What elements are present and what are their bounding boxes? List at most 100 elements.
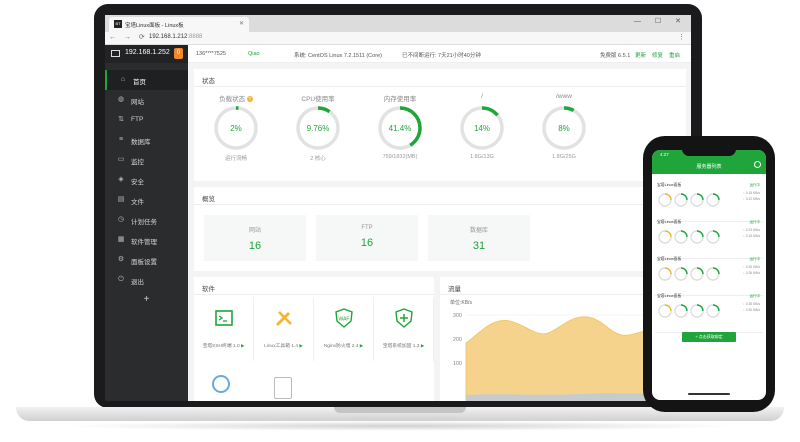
server-status: 运行中 <box>749 294 761 298</box>
server-traffic: ↓ 0.22 KB/s <box>743 197 760 201</box>
top-info-bar: 136****7525 Qiao 系统: CentOS Linux 7.2.15… <box>188 45 691 63</box>
refresh-icon[interactable] <box>754 161 761 168</box>
gauge-label-text: CPU使用率 <box>301 96 335 103</box>
nav-buttons[interactable]: ← → ⟳ <box>109 33 148 41</box>
phone-home-indicator <box>688 393 730 395</box>
help-icon[interactable]: ? <box>246 96 253 102</box>
software-item-0[interactable]: 宝塔SSH终端 1.0 ▶ <box>194 297 254 361</box>
gauge-sub: 2 核心 <box>310 156 326 162</box>
laptop-shadow <box>60 421 740 431</box>
notification-badge[interactable]: 0 <box>174 48 183 59</box>
browser-tab-title: 宝塔Linux面板 - Linux板 <box>125 23 184 29</box>
gauge-2[interactable]: 内存使用率 41.4% 759/1832(MB) <box>372 93 428 160</box>
sidebar-item-label: 文件 <box>131 199 144 206</box>
url-port: :8888 <box>187 34 203 40</box>
update-link[interactable]: 更新 <box>635 51 646 59</box>
system-info: 系统: CentOS Linux 7.2.1511 (Core) <box>294 53 382 59</box>
server-gauges <box>658 267 720 281</box>
sidebar-item-0[interactable]: ⌂ 首页 <box>105 70 188 90</box>
laptop-notch <box>334 407 466 413</box>
monitor-icon: ▭ <box>117 156 125 163</box>
server-gauges <box>658 193 720 207</box>
sidebar-item-6[interactable]: ▤ 文件 <box>105 190 188 210</box>
sidebar-item-5[interactable]: ◈ 安全 <box>105 170 188 190</box>
ftp-icon: ⇅ <box>118 116 124 123</box>
server-name: 宝塔Linux面板 <box>657 294 682 298</box>
software-name: 宝塔SSH终端 1.0 ▶ <box>194 342 253 349</box>
sidebar-item-2[interactable]: ⇅ FTP <box>105 110 188 130</box>
gauge-0[interactable]: 负载状态 ? 2% 运行流畅 <box>208 93 264 162</box>
sidebar-nav: ⌂ 首页 ◍ 网站 ⇅ FTP ≡ 数据库 ▭ 监控 ◈ 安全 ▤ 文件 ◷ 计划任务 ▦ 软件管理 ⚙ 面板设置 ⏻ 退… <box>105 70 188 290</box>
overview-label: 数据库 <box>469 228 488 234</box>
gauge-4[interactable]: /www 8% 1.8G/25G <box>536 93 592 160</box>
add-shortcut-button[interactable]: + <box>105 294 188 305</box>
menu-dots-icon[interactable]: ⋮ <box>678 33 685 41</box>
gauge-label: 内存使用率 <box>372 93 428 104</box>
document-icon[interactable] <box>274 377 292 399</box>
fix-link[interactable]: 修复 <box>652 51 663 59</box>
mini-gauge-fill <box>664 193 672 201</box>
sidebar-item-10[interactable]: ⏻ 退出 <box>105 270 188 290</box>
gauge-ring: 2% <box>214 106 258 150</box>
server-traffic: ↓ 0.30 KB/s <box>743 308 760 312</box>
server-gauges <box>658 230 720 244</box>
gauge-value: 41.4% <box>389 124 412 133</box>
window-controls[interactable]: — ☐ ✕ <box>634 17 687 25</box>
software-name: Linux工具箱 1.4 ▶ <box>254 342 313 349</box>
sidebar-item-3[interactable]: ≡ 数据库 <box>105 130 188 150</box>
gauge-value: 9.76% <box>307 124 330 133</box>
phone-server-card[interactable]: 宝塔Linux面板 运行中 ↑ 0.23 KB/s ↓ 0.15 KB/s <box>655 217 763 259</box>
server-name: 宝塔Linux面板 <box>657 220 682 224</box>
sidebar-header: 192.168.1.252 0 <box>105 45 188 63</box>
server-traffic: ↑ 0.35 KB/s <box>743 302 760 306</box>
terminal-icon <box>214 310 233 326</box>
mini-gauge-fill <box>712 304 720 312</box>
play-icon[interactable]: ▶ <box>241 343 244 348</box>
phone-server-card[interactable]: 宝塔Linux面板 运行中 ↑ 0.35 KB/s ↓ 0.30 KB/s <box>655 291 763 333</box>
software-name-text: Nginx防火墙 2.4 <box>323 344 359 349</box>
mini-gauge-fill <box>664 304 672 312</box>
bind-server-button[interactable]: + 点击获取绑定 <box>682 332 736 342</box>
sidebar-item-7[interactable]: ◷ 计划任务 <box>105 210 188 230</box>
mini-gauge-fill <box>664 230 672 238</box>
phone-server-card[interactable]: 宝塔Linux面板 运行中 ↑ 0.15 KB/s ↓ 0.22 KB/s <box>655 180 763 222</box>
overview-box-0[interactable]: 网站 16 <box>204 215 306 261</box>
server-traffic: ↑ 0.15 KB/s <box>743 191 760 195</box>
software-item-2[interactable]: WAF Nginx防火墙 2.4 ▶ <box>314 297 374 361</box>
software-more-icon[interactable] <box>212 375 230 393</box>
close-icon[interactable]: ✕ <box>239 20 244 27</box>
clock-icon: ◷ <box>117 216 125 223</box>
gauge-3[interactable]: / 14% 1.8G/13G <box>454 93 510 160</box>
sidebar-item-9[interactable]: ⚙ 面板设置 <box>105 250 188 270</box>
sidebar-item-label: 软件管理 <box>131 239 157 246</box>
software-item-3[interactable]: 宝塔系统加固 1.3 ▶ <box>374 297 434 361</box>
url-field[interactable]: 192.168.1.212:8888 <box>149 34 202 40</box>
server-traffic: ↑ 0.26 KB/s <box>743 265 760 269</box>
gauge-label-text: / <box>481 93 483 100</box>
restart-link[interactable]: 重启 <box>669 51 680 59</box>
server-gauges <box>658 304 720 318</box>
play-icon[interactable]: ▶ <box>299 343 302 348</box>
play-icon[interactable]: ▶ <box>360 343 363 348</box>
gauge-1[interactable]: CPU使用率 9.76% 2 核心 <box>290 93 346 162</box>
sidebar-item-8[interactable]: ▦ 软件管理 <box>105 230 188 250</box>
sidebar-item-label: 面板设置 <box>131 259 157 266</box>
phone-server-card[interactable]: 宝塔Linux面板 运行中 ↑ 0.26 KB/s ↓ 0.26 KB/s <box>655 254 763 296</box>
settings-icon: ⚙ <box>117 256 125 263</box>
browser-tab[interactable]: BT 宝塔Linux面板 - Linux板 ✕ <box>109 17 249 32</box>
sidebar-item-4[interactable]: ▭ 监控 <box>105 150 188 170</box>
play-icon[interactable]: ▶ <box>421 343 424 348</box>
software-name-text: Linux工具箱 1.4 <box>264 344 299 349</box>
overview-box-2[interactable]: 数据库 31 <box>428 215 530 261</box>
sidebar-item-1[interactable]: ◍ 网站 <box>105 90 188 110</box>
version-label: 免费版 6.5.1 <box>600 53 631 59</box>
home-icon: ⌂ <box>120 76 126 83</box>
monitor-icon <box>111 50 120 57</box>
phone-title: 服务器列表 <box>696 164 722 170</box>
overview-box-1[interactable]: FTP 16 <box>316 215 418 261</box>
software-name: 宝塔系统加固 1.3 ▶ <box>374 342 433 349</box>
qq-label[interactable]: Qiao <box>248 51 260 57</box>
overview-value: 16 <box>360 237 374 249</box>
software-item-1[interactable]: Linux工具箱 1.4 ▶ <box>254 297 314 361</box>
user-account[interactable]: 136****7525 <box>196 51 226 57</box>
